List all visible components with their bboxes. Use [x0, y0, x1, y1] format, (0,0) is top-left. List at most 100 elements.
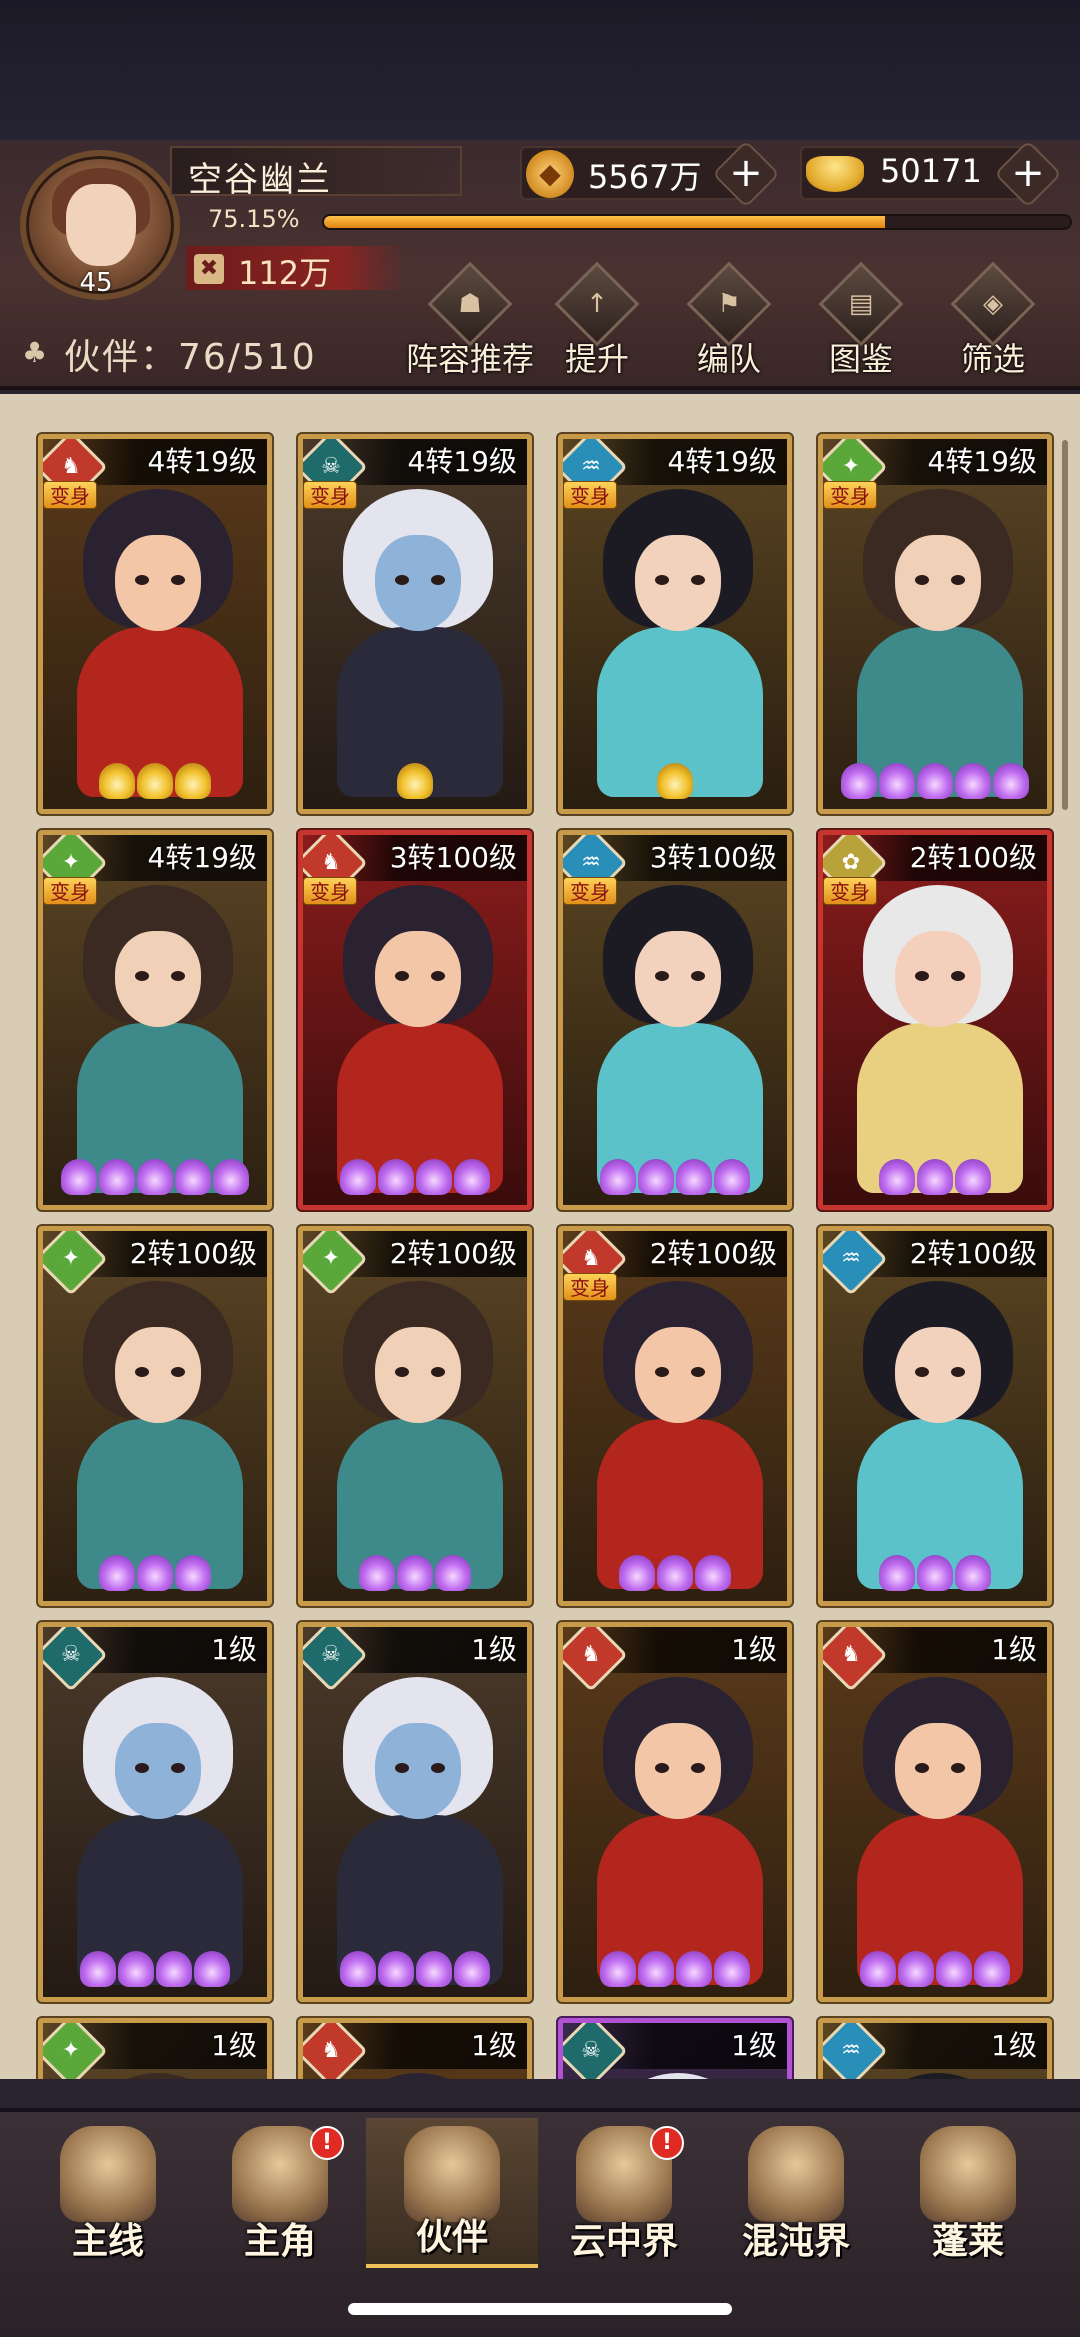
character-face: [115, 535, 201, 631]
formation-button[interactable]: ⚑ 编队: [664, 261, 794, 388]
partner-card[interactable]: 2转100级 ✦: [298, 1226, 532, 1606]
partner-card[interactable]: 4转19级 ✦ 变身: [38, 830, 272, 1210]
player-level: 45: [79, 268, 113, 298]
purple-flame-star-icon: [340, 1951, 376, 1987]
codex-button[interactable]: ▤ 图鉴: [796, 261, 926, 388]
purple-flame-star-icon: [676, 1159, 712, 1195]
exp-bar-fill: [324, 216, 885, 228]
purple-flame-star-icon: [61, 1159, 97, 1195]
upgrade-button[interactable]: ↑ 提升: [532, 261, 662, 388]
purple-flame-star-icon: [638, 1159, 674, 1195]
partner-card[interactable]: 4转19级 ✦ 变身: [818, 434, 1052, 814]
ingot-value: 50171: [880, 152, 982, 190]
character-face: [895, 1327, 981, 1423]
character-face: [635, 1723, 721, 1819]
character-eye: [951, 971, 965, 981]
character-eye: [915, 1367, 929, 1377]
character-face: [375, 1327, 461, 1423]
partner-grid[interactable]: 4转19级 ♞ 变身 4转19级 ☠ 变身 4转19级 ♒ 变身 4转19级 ✦ 变身 4转19级 ✦ 变身…: [0, 394, 1080, 2079]
coin-icon: ◆: [526, 150, 574, 198]
partner-card[interactable]: 4转19级 ♒ 变身: [558, 434, 792, 814]
star-rating: [563, 759, 787, 803]
nav-penglai[interactable]: 蓬莱: [882, 2118, 1054, 2268]
grid-scrollbar[interactable]: [1062, 440, 1068, 810]
purple-flame-star-icon: [378, 1159, 414, 1195]
purple-flame-star-icon: [879, 763, 915, 799]
star-rating: [43, 1155, 267, 1199]
partner-card[interactable]: 3转100级 ♞ 变身: [298, 830, 532, 1210]
character-eye: [395, 575, 409, 585]
character-eye: [171, 575, 185, 585]
character-eye: [395, 971, 409, 981]
nav-chaos-realm[interactable]: 混沌界: [710, 2118, 882, 2268]
partner-card[interactable]: 1级 ✦: [38, 2018, 272, 2079]
partner-card[interactable]: 1级 ♞: [558, 1622, 792, 2002]
star-rating: [563, 1947, 787, 1991]
avatar-face: [66, 184, 136, 266]
filter-button[interactable]: ◈ 筛选: [928, 261, 1058, 388]
nav-label: 云中界: [569, 2221, 678, 2262]
notification-badge: !: [310, 2126, 344, 2160]
purple-flame-star-icon: [993, 763, 1029, 799]
nav-label: 主线: [71, 2221, 144, 2262]
partner-card[interactable]: 1级 ♒: [818, 2018, 1052, 2079]
penglai-icon: [920, 2126, 1016, 2222]
lineup-recommend-button[interactable]: ☗ 阵容推荐: [400, 261, 540, 388]
exp-bar: [322, 214, 1072, 230]
character-eye: [431, 1367, 445, 1377]
character-eye: [135, 971, 149, 981]
character-face: [375, 931, 461, 1027]
purple-flame-star-icon: [714, 1159, 750, 1195]
partner-card[interactable]: 1级 ☠: [298, 1622, 532, 2002]
home-indicator[interactable]: [348, 2303, 732, 2315]
purple-flame-star-icon: [955, 1159, 991, 1195]
character-eye: [135, 1763, 149, 1773]
character-face: [375, 535, 461, 631]
nav-partner[interactable]: 伙伴: [366, 2118, 538, 2268]
partner-card[interactable]: 2转100级 ✦: [38, 1226, 272, 1606]
purple-flame-star-icon: [118, 1951, 154, 1987]
partner-card[interactable]: 3转100级 ♒ 变身: [558, 830, 792, 1210]
nav-hero[interactable]: ! 主角: [194, 2118, 366, 2268]
nav-label: 蓬莱: [931, 2221, 1004, 2262]
transform-tag: 变身: [43, 481, 97, 509]
coin-value: 5567万: [588, 158, 702, 196]
nav-main-quest[interactable]: 主线: [22, 2118, 194, 2268]
partner-card[interactable]: 1级 ☠: [558, 2018, 792, 2079]
purple-flame-star-icon: [435, 1555, 471, 1591]
partner-card[interactable]: 4转19级 ☠ 变身: [298, 434, 532, 814]
character-face: [635, 931, 721, 1027]
main-quest-icon: [60, 2126, 156, 2222]
nav-cloud-realm[interactable]: ! 云中界: [538, 2118, 710, 2268]
star-rating: [303, 1551, 527, 1595]
partner-card[interactable]: 2转100级 ♞ 变身: [558, 1226, 792, 1606]
transform-tag: 变身: [563, 481, 617, 509]
purple-flame-star-icon: [175, 1555, 211, 1591]
purple-flame-star-icon: [974, 1951, 1010, 1987]
partner-card[interactable]: 2转100级 ✿ 变身: [818, 830, 1052, 1210]
partner-card[interactable]: 2转100级 ♒: [818, 1226, 1052, 1606]
star-rating: [303, 759, 527, 803]
partner-card[interactable]: 1级 ☠: [38, 1622, 272, 2002]
character-eye: [431, 575, 445, 585]
purple-flame-star-icon: [619, 1555, 655, 1591]
gold-flame-star-icon: [137, 763, 173, 799]
star-rating: [823, 1947, 1047, 1991]
transform-tag: 变身: [303, 481, 357, 509]
partner-card[interactable]: 1级 ♞: [298, 2018, 532, 2079]
character-eye: [171, 1763, 185, 1773]
character-eye: [171, 971, 185, 981]
purple-flame-star-icon: [955, 763, 991, 799]
transform-tag: 变身: [43, 877, 97, 905]
purple-flame-star-icon: [714, 1951, 750, 1987]
partner-count: 伙伴：76/510: [64, 337, 317, 378]
purple-flame-star-icon: [137, 1555, 173, 1591]
character-eye: [951, 1367, 965, 1377]
transform-tag: 变身: [823, 877, 877, 905]
gold-flame-star-icon: [397, 763, 433, 799]
purple-flame-star-icon: [175, 1159, 211, 1195]
character-face: [895, 931, 981, 1027]
tool-label: 阵容推荐: [405, 340, 534, 378]
partner-card[interactable]: 1级 ♞: [818, 1622, 1052, 2002]
partner-card[interactable]: 4转19级 ♞ 变身: [38, 434, 272, 814]
